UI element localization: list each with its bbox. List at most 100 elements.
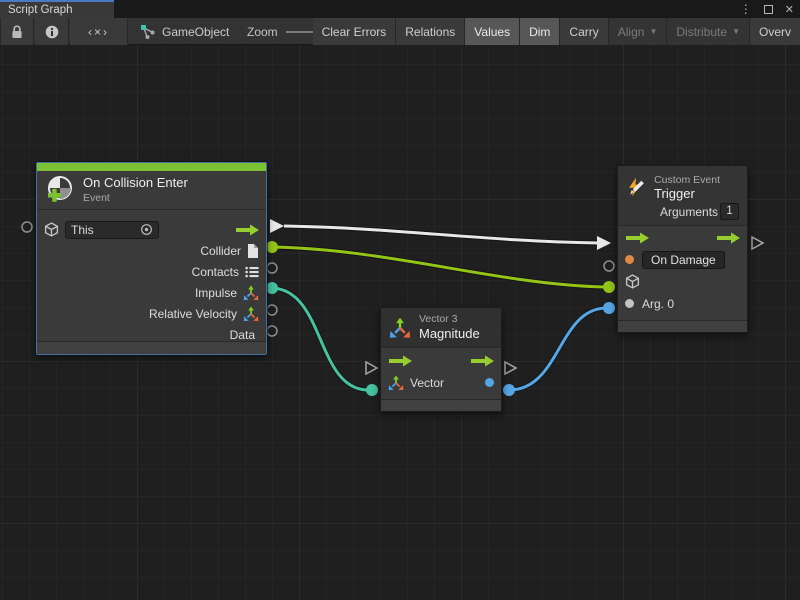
event-name-field[interactable]: On Damage <box>642 251 725 269</box>
vector3-icon <box>243 306 259 322</box>
toolbar: ‹×› GameObject Zoom 1x Clear Errors Rela… <box>0 18 800 45</box>
flow-in-arrow-icon[interactable] <box>625 232 649 244</box>
node-header[interactable]: On Collision Enter Event <box>37 171 266 210</box>
string-port-dot <box>625 255 634 264</box>
wire-flow[interactable] <box>284 226 598 243</box>
arg0-row: Arg. 0 <box>618 293 747 314</box>
node-subtitle: Event <box>83 192 188 205</box>
tab-bar: Script Graph ⋮ ✕ <box>0 0 800 18</box>
graph-canvas[interactable]: On Collision Enter Event This <box>0 45 800 600</box>
chevron-down-icon: ▼ <box>732 27 740 36</box>
flow-row <box>381 350 501 371</box>
wire-magnitude-outline <box>509 308 605 390</box>
output-row-collider: Collider <box>37 240 266 261</box>
close-icon[interactable]: ✕ <box>785 3 794 16</box>
cube-icon <box>44 222 59 237</box>
node-trigger-custom-event[interactable]: Custom Event Trigger Arguments 1 <box>617 165 748 333</box>
flow-out-arrow-icon[interactable] <box>470 355 494 367</box>
output-row-contacts: Contacts <box>37 261 266 282</box>
float-output-port[interactable] <box>485 378 494 387</box>
target-row <box>618 271 747 292</box>
port-collider-out[interactable] <box>266 241 278 253</box>
wire-collider[interactable] <box>272 247 605 287</box>
port-trigger-flow-out[interactable] <box>752 237 763 249</box>
port-flow-in-connected[interactable] <box>597 236 611 250</box>
code-brackets-icon: ‹×› <box>88 25 109 39</box>
collision-event-icon <box>45 175 75 205</box>
graph-context[interactable]: GameObject <box>140 18 229 45</box>
port-impulse-out[interactable] <box>266 282 278 294</box>
flow-row <box>618 227 747 248</box>
node-kind: Custom Event <box>654 174 720 186</box>
maximize-icon[interactable] <box>764 5 773 14</box>
custom-event-icon <box>626 174 646 200</box>
document-icon <box>247 244 259 258</box>
port-magnitude-out[interactable] <box>503 384 515 396</box>
flow-out-arrow-icon[interactable] <box>716 232 740 244</box>
target-row: This <box>37 219 266 240</box>
port-data-out[interactable] <box>267 326 277 336</box>
node-title: On Collision Enter <box>83 175 188 191</box>
clear-errors-button[interactable]: Clear Errors <box>313 18 397 45</box>
node-on-collision-enter[interactable]: On Collision Enter Event This <box>36 162 267 355</box>
edit-source-button[interactable]: ‹×› <box>70 18 128 45</box>
values-toggle[interactable]: Values <box>465 18 520 45</box>
input-row-vector: Vector <box>381 372 501 393</box>
port-vector-in[interactable] <box>366 384 378 396</box>
arguments-label: Arguments <box>660 205 718 219</box>
dim-toggle[interactable]: Dim <box>520 18 560 45</box>
overview-button[interactable]: Overv <box>750 18 800 45</box>
lock-icon <box>11 25 23 39</box>
tab-title: Script Graph <box>8 4 73 16</box>
object-picker-icon[interactable] <box>140 223 153 236</box>
node-title: Trigger <box>654 186 695 201</box>
arguments-row: Arguments 1 <box>618 201 747 225</box>
flow-out-arrow-icon[interactable] <box>235 224 259 236</box>
output-row-relative-velocity: Relative Velocity <box>37 303 266 324</box>
vector3-icon <box>388 375 404 391</box>
event-name-row: On Damage <box>618 249 747 270</box>
port-magnitude-flow-out[interactable] <box>505 362 516 374</box>
arg-port-dot <box>625 299 634 308</box>
info-icon <box>45 25 59 39</box>
output-row-impulse: Impulse <box>37 282 266 303</box>
port-arg0-in[interactable] <box>603 302 615 314</box>
context-label: GameObject <box>162 25 229 39</box>
target-field[interactable]: This <box>65 221 159 239</box>
vector3-icon <box>243 285 259 301</box>
port-event-name-in[interactable] <box>604 261 614 271</box>
zoom-label: Zoom <box>247 25 278 39</box>
port-flow-out-connected[interactable] <box>270 219 284 233</box>
event-color-strip <box>37 163 266 171</box>
arguments-count-field[interactable]: 1 <box>720 203 739 220</box>
vector3-icon <box>389 317 411 339</box>
flow-in-arrow-icon[interactable] <box>388 355 412 367</box>
node-header[interactable]: Custom Event Trigger Arguments 1 <box>618 166 747 226</box>
node-footer <box>381 399 501 411</box>
relations-button[interactable]: Relations <box>396 18 465 45</box>
node-footer <box>618 320 747 332</box>
node-title: Magnitude <box>419 326 480 342</box>
distribute-dropdown[interactable]: Distribute ▼ <box>667 18 750 45</box>
align-dropdown[interactable]: Align ▼ <box>609 18 668 45</box>
node-header[interactable]: Vector 3 Magnitude <box>381 308 501 348</box>
carry-toggle[interactable]: Carry <box>560 18 608 45</box>
tab-script-graph[interactable]: Script Graph <box>0 0 114 18</box>
wire-impulse[interactable] <box>272 288 367 390</box>
lock-button[interactable] <box>0 18 34 45</box>
info-button[interactable] <box>35 18 69 45</box>
port-contacts-out[interactable] <box>267 263 277 273</box>
node-footer <box>37 341 266 354</box>
gameobject-icon <box>140 24 156 40</box>
node-kind: Vector 3 <box>419 313 480 326</box>
cube-icon <box>625 274 640 289</box>
window-controls: ⋮ ✕ <box>740 0 794 18</box>
port-magnitude-flow-in[interactable] <box>366 362 377 374</box>
kebab-menu-icon[interactable]: ⋮ <box>740 2 752 16</box>
port-this-in[interactable] <box>22 222 32 232</box>
list-icon <box>245 266 259 278</box>
port-target-in[interactable] <box>603 281 615 293</box>
node-magnitude[interactable]: Vector 3 Magnitude <box>380 307 502 412</box>
port-relative-velocity-out[interactable] <box>267 305 277 315</box>
toolbar-buttons: Clear Errors Relations Values Dim Carry … <box>313 18 800 45</box>
